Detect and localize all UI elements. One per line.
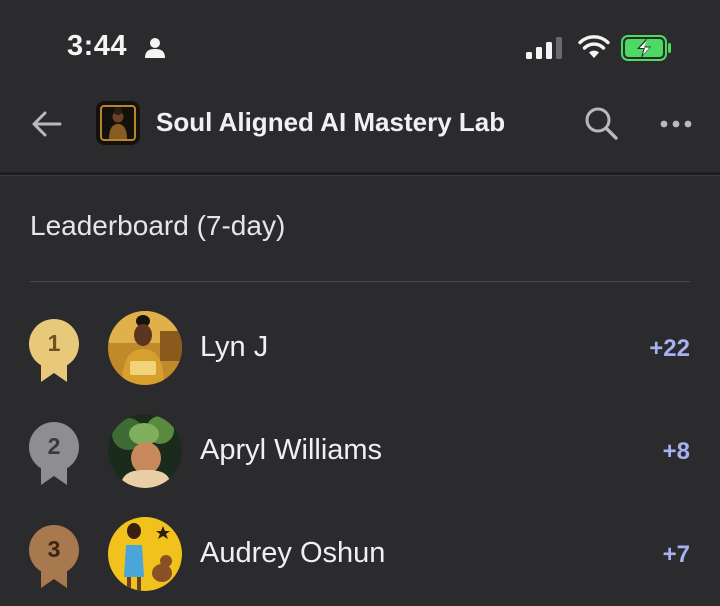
- ellipsis-icon: [660, 120, 692, 128]
- rank-number: 2: [47, 433, 61, 459]
- cellular-signal-icon: [526, 37, 562, 59]
- search-icon: [585, 107, 618, 140]
- member-name[interactable]: Apryl Williams: [200, 434, 382, 467]
- more-options-button[interactable]: [656, 110, 696, 138]
- points-value: +8: [662, 438, 690, 465]
- nav-bar: Soul Aligned AI Mastery Lab: [0, 90, 720, 170]
- avatar-image: [108, 311, 182, 385]
- arrow-left-icon: [32, 111, 62, 137]
- battery-charging-icon: [621, 35, 671, 61]
- back-button[interactable]: [26, 106, 66, 142]
- status-time: 3:44: [67, 30, 128, 62]
- nav-divider: [0, 172, 720, 176]
- rank-number: 3: [47, 536, 61, 562]
- bronze-medal-icon: 3: [28, 524, 80, 590]
- status-bar: 3:44: [0, 0, 720, 90]
- person-icon: [145, 38, 165, 58]
- avatar-image: [108, 414, 182, 488]
- gold-medal-icon: 1: [28, 318, 80, 384]
- leaderboard-row[interactable]: 2 Apryl Williams +8: [0, 408, 720, 498]
- silver-medal-icon: 2: [28, 421, 80, 487]
- member-name[interactable]: Audrey Oshun: [200, 537, 385, 570]
- avatar-image: [108, 517, 182, 591]
- rank-number: 1: [47, 330, 61, 356]
- leaderboard-row[interactable]: 3 Audrey Oshun +7: [0, 511, 720, 601]
- member-name[interactable]: Lyn J: [200, 331, 268, 364]
- leaderboard-row[interactable]: 1 Lyn J +22: [0, 305, 720, 395]
- avatar[interactable]: [108, 311, 182, 385]
- group-avatar[interactable]: [96, 101, 140, 145]
- points-value: +22: [649, 335, 690, 362]
- group-title: Soul Aligned AI Mastery Lab: [156, 107, 506, 137]
- points-value: +7: [662, 541, 690, 568]
- wifi-icon: [578, 35, 610, 58]
- group-avatar-image: [96, 101, 140, 145]
- avatar[interactable]: [108, 517, 182, 591]
- section-divider: [30, 281, 690, 282]
- avatar[interactable]: [108, 414, 182, 488]
- search-button[interactable]: [582, 104, 622, 144]
- leaderboard-title: Leaderboard (7-day): [30, 210, 286, 241]
